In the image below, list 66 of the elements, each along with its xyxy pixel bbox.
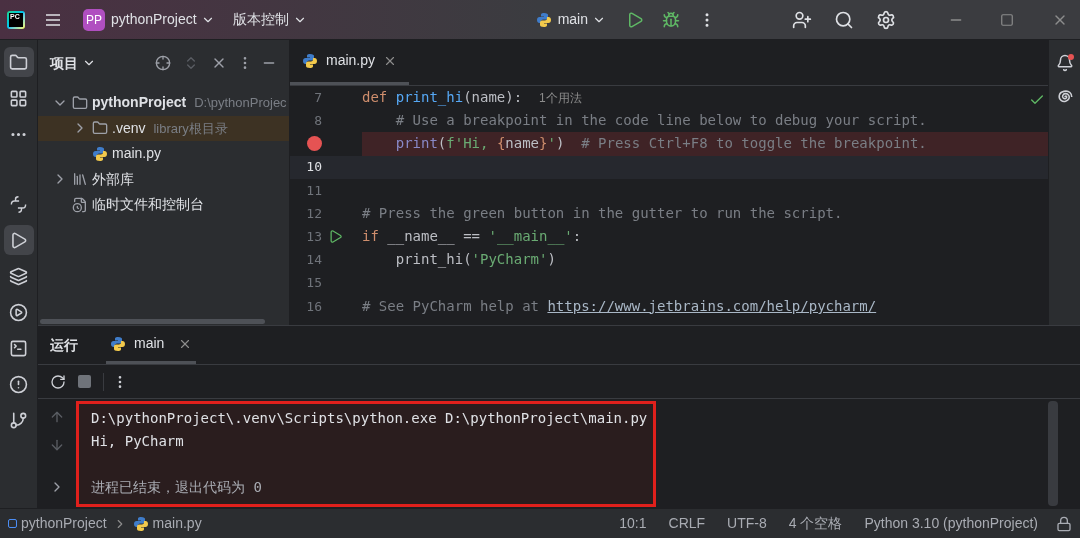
console-line: Hi, PyCharm [91,432,185,451]
scrollbar[interactable] [1048,401,1058,506]
tree-hint: D:\pythonProjec [194,94,287,112]
code-line: # Use a breakpoint in the code line below to debug your script. [394,111,927,131]
tree-label: 外部库 [92,169,134,189]
console-line: 进程已结束，退出代码为 0 [91,478,263,497]
tree-item[interactable]: pythonProject D:\pythonProjec [38,90,289,116]
line-number: 10 [305,158,322,177]
scrollbar[interactable] [40,318,265,324]
status-item[interactable]: CRLF [668,513,706,534]
project-view-dropdown[interactable]: 项目 [50,52,96,74]
project-dropdown[interactable]: pythonProject [111,9,215,30]
tree-label: 临时文件和控制台 [92,195,204,215]
code-line: print_hi('PyCharm') [394,250,556,270]
tree-item[interactable]: main.py [38,141,289,167]
tree-label: pythonProject [92,93,187,113]
tree-item[interactable]: 临时文件和控制台 [38,192,289,218]
code-line: if __name__ == '__main__': [362,227,582,247]
console-line: D:\pythonProject\.venv\Scripts\python.exe D:\pythonProject\main.py [91,409,648,428]
line-number: 15 [305,274,322,293]
scroll-up-icon[interactable] [49,409,65,425]
vcs-dropdown[interactable]: 版本控制 [232,9,307,30]
library-icon [72,171,88,188]
tree-label: main.py [112,144,162,164]
folder-icon[interactable] [3,47,34,77]
run-config-dropdown[interactable]: main [557,9,606,30]
settings-icon[interactable] [876,9,896,30]
breadcrumb[interactable]: pythonProject [21,513,107,534]
line-number: 13 [305,227,322,246]
user-add-icon[interactable] [792,9,812,30]
locate-icon[interactable] [155,55,171,71]
tree-item[interactable]: .venv library根目录 [38,115,289,141]
line-number: 16 [305,297,322,316]
line-number: 7 [313,88,322,107]
lock-icon[interactable] [1056,515,1072,532]
notifications-icon[interactable] [1055,54,1074,72]
tree-hint: library根目录 [153,119,228,138]
tree-label: .venv [112,118,146,138]
status-item[interactable]: Python 3.10 (pythonProject) [864,513,1038,534]
tree-item[interactable]: 外部库 [38,166,289,192]
folder-icon [92,120,108,137]
status-item[interactable]: UTF-8 [727,513,767,534]
scratch-icon [72,196,88,213]
folder-icon [72,94,88,111]
search-icon[interactable] [834,9,854,30]
code-line: def print_hi(name): 1个用法 [362,88,582,108]
run-icon[interactable] [626,10,644,29]
maximize-icon[interactable] [1000,12,1014,27]
status-item[interactable]: 4 个空格 [788,513,843,534]
status-item[interactable]: 10:1 [619,513,647,534]
breadcrumb[interactable]: main.py [152,513,202,534]
bug-icon[interactable] [662,10,680,29]
rerun-icon[interactable] [50,373,66,390]
run-gutter-icon[interactable] [328,229,343,245]
code-line: # See PyCharm help at https://www.jetbrains.com/help/pycharm/ [362,296,877,316]
run-tab[interactable]: main [106,326,197,364]
line-number: 8 [313,112,322,131]
project-badge: PP [83,8,105,31]
editor-tab[interactable]: main.py [290,39,410,85]
play-icon[interactable] [3,225,34,255]
panel-title: 运行 [50,335,78,355]
code-line: # Press the green button in the gutter to run the script. [362,204,843,224]
line-number: 11 [305,181,322,200]
breakpoint-icon[interactable] [307,136,322,152]
line-number: 14 [305,251,322,270]
line-number: 12 [305,204,322,223]
